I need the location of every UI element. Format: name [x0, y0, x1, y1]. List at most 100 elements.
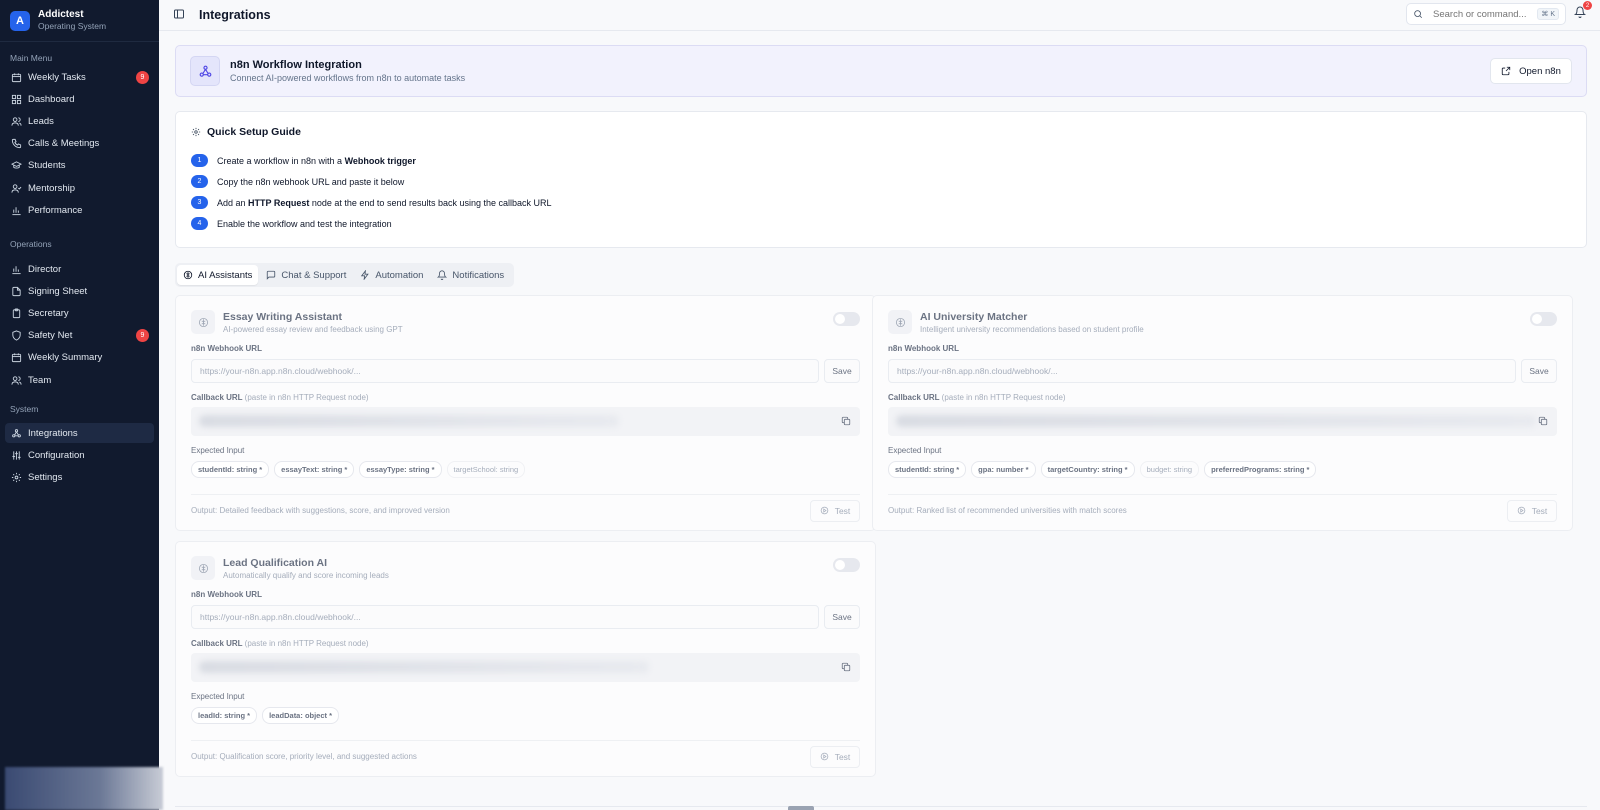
- test-button[interactable]: Test: [810, 745, 860, 768]
- step-text: Enable the workflow and test the integra…: [217, 218, 392, 229]
- sidebar-item-weekly-tasks[interactable]: Weekly Tasks 9: [5, 67, 154, 87]
- open-n8n-label: Open n8n: [1519, 65, 1561, 77]
- webhook-url-input[interactable]: [888, 359, 1516, 383]
- copy-icon[interactable]: [838, 413, 854, 429]
- card-description: Intelligent university recommendations b…: [920, 325, 1144, 334]
- user-profile-blurred[interactable]: [5, 767, 163, 810]
- sidebar-item-mentorship[interactable]: Mentorship: [5, 178, 154, 198]
- enable-toggle[interactable]: [1530, 312, 1557, 326]
- test-button[interactable]: Test: [1507, 499, 1557, 522]
- step-number: 3: [191, 196, 208, 209]
- search-shortcut: ⌘ K: [1537, 8, 1559, 20]
- webhook-url-input[interactable]: [191, 359, 819, 383]
- clipboard-icon: [10, 307, 22, 319]
- tab-label: AI Assistants: [198, 269, 253, 281]
- input-param-chip: leadId: string *: [191, 707, 258, 724]
- step-text: Create a workflow in n8n with a Webhook …: [217, 155, 416, 166]
- step-number: 2: [191, 175, 208, 188]
- sidebar-item-label: Dashboard: [28, 93, 75, 105]
- quick-setup-guide: Quick Setup Guide 1 Create a workflow in …: [175, 111, 1587, 248]
- enable-toggle[interactable]: [833, 312, 860, 326]
- open-n8n-button[interactable]: Open n8n: [1490, 58, 1572, 84]
- webhook-url-input[interactable]: [191, 605, 819, 629]
- save-button[interactable]: Save: [824, 605, 860, 629]
- sidebar-item-leads[interactable]: Leads: [5, 111, 154, 131]
- tab-ai-assistants[interactable]: AI Assistants: [177, 265, 259, 285]
- callback-url-label: Callback URL (paste in n8n HTTP Request …: [191, 639, 369, 648]
- enable-toggle[interactable]: [833, 558, 860, 572]
- input-param-chip: studentId: string *: [191, 461, 270, 478]
- nav-section-label: Main Menu: [10, 53, 53, 63]
- brand[interactable]: A Addictest Operating System: [0, 0, 159, 42]
- sidebar-item-label: Secretary: [28, 307, 69, 319]
- tab-automation[interactable]: Automation: [354, 265, 429, 285]
- sidebar-item-signing-sheet[interactable]: Signing Sheet: [5, 281, 154, 301]
- sidebar-item-dashboard[interactable]: Dashboard: [5, 89, 154, 109]
- guide-step: 4 Enable the workflow and test the integr…: [191, 213, 1571, 234]
- play-circle-icon: [820, 506, 835, 515]
- calendar-icon: [10, 352, 22, 364]
- copy-icon[interactable]: [838, 659, 854, 675]
- brand-subtitle: Operating System: [38, 21, 107, 31]
- search-icon: [1414, 10, 1423, 19]
- output-description: Output: Qualification score, priority le…: [191, 752, 417, 761]
- scroll-handle[interactable]: [788, 806, 814, 810]
- notifications-bell-icon[interactable]: 2: [1573, 1, 1592, 20]
- sidebar-item-calls-and-meetings[interactable]: Calls & Meetings: [5, 134, 154, 154]
- phone-icon: [10, 138, 22, 150]
- card-footer: Output: Ranked list of recommended unive…: [888, 494, 1557, 522]
- step-text: Add an HTTP Request node at the end to s…: [217, 197, 552, 208]
- callback-url-blurred: [199, 415, 619, 427]
- integration-card-ai-university-matcher: AI University Matcher Intelligent univer…: [872, 295, 1573, 531]
- guide-step: 2 Copy the n8n webhook URL and paste it b…: [191, 171, 1571, 192]
- webhook-url-row: Save: [888, 359, 1557, 383]
- bell-icon: [437, 270, 452, 280]
- test-button[interactable]: Test: [810, 499, 860, 522]
- webhook-url-label: n8n Webhook URL: [191, 590, 262, 599]
- user-check-icon: [10, 182, 22, 194]
- sidebar-item-label: Weekly Tasks: [28, 71, 86, 83]
- sidebar-item-label: Mentorship: [28, 182, 75, 194]
- sidebar-item-settings[interactable]: Settings: [5, 467, 154, 487]
- callback-url-field[interactable]: [888, 407, 1557, 436]
- sidebar-toggle-icon[interactable]: [173, 8, 187, 22]
- expected-input-chips: studentId: string * essayText: string * es…: [191, 461, 860, 478]
- save-button[interactable]: Save: [824, 359, 860, 383]
- shield-icon: [10, 330, 22, 342]
- input-param-chip: studentId: string *: [888, 461, 967, 478]
- brand-logo: A: [10, 10, 30, 31]
- sidebar-item-team[interactable]: Team: [5, 370, 154, 390]
- callback-url-field[interactable]: [191, 653, 860, 682]
- play-circle-icon: [1517, 506, 1532, 515]
- search-input[interactable]: [1433, 8, 1533, 20]
- sidebar-item-students[interactable]: Students: [5, 156, 154, 176]
- zap-icon: [360, 270, 375, 280]
- expected-input-label: Expected Input: [888, 446, 942, 455]
- expected-input-chips: studentId: string * gpa: number * targetCo…: [888, 461, 1557, 478]
- graduation-cap-icon: [10, 160, 22, 172]
- external-link-icon: [1501, 66, 1511, 76]
- save-button[interactable]: Save: [1521, 359, 1557, 383]
- callback-url-field[interactable]: [191, 407, 860, 436]
- search-box[interactable]: ⌘ K: [1406, 3, 1566, 25]
- webhook-icon: [10, 427, 22, 439]
- sidebar-item-configuration[interactable]: Configuration: [5, 445, 154, 465]
- tab-notifications[interactable]: Notifications: [431, 265, 510, 285]
- card-description: Automatically qualify and score incoming…: [223, 571, 389, 580]
- sidebar-item-safety-net[interactable]: Safety Net 9: [5, 326, 154, 346]
- sidebar-item-director[interactable]: Director: [5, 259, 154, 279]
- tab-chat-and-support[interactable]: Chat & Support: [260, 265, 352, 285]
- page-title: Integrations: [199, 8, 271, 22]
- callback-url-blurred: [896, 415, 1536, 427]
- sidebar-item-badge: 9: [136, 70, 149, 84]
- copy-icon[interactable]: [1535, 413, 1551, 429]
- sidebar-item-weekly-summary[interactable]: Weekly Summary: [5, 348, 154, 368]
- sidebar-item-integrations[interactable]: Integrations: [5, 423, 154, 443]
- sidebar-item-secretary[interactable]: Secretary: [5, 303, 154, 323]
- users-icon: [10, 374, 22, 386]
- sidebar-item-performance[interactable]: Performance: [5, 200, 154, 220]
- notifications-badge: 2: [1583, 1, 1592, 10]
- nav-section-label: System: [10, 404, 39, 414]
- tab-label: Automation: [375, 269, 424, 281]
- sidebar-item-label: Integrations: [28, 427, 78, 439]
